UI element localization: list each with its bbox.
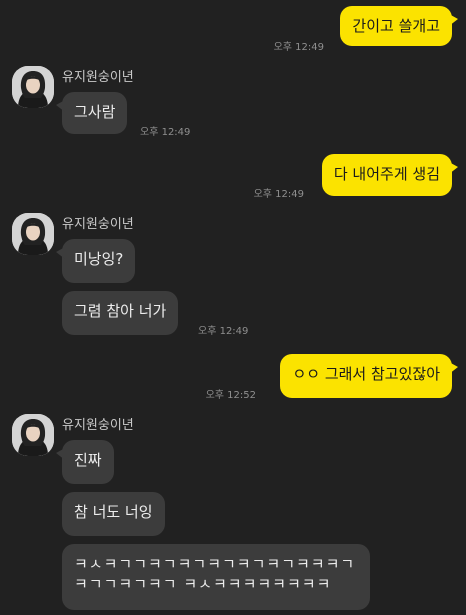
profile-photo-icon (12, 66, 54, 108)
message-text: 그사람 (74, 103, 116, 121)
message-text: ㅋㅅㅋㄱㄱㅋㄱㅋㄱㅋㄱㅋㄱㅋㄱㅋㅋㅋㄱㅋㄱㄱㅋㄱㅋㄱ ㅋㅅㅋㅋㅋㅋㅋㅋㅋㅋ (74, 555, 356, 593)
other-message-bubble[interactable]: ㅋㅅㅋㄱㄱㅋㄱㅋㄱㅋㄱㅋㄱㅋㄱㅋㅋㅋㄱㅋㄱㄱㅋㄱㅋㄱ ㅋㅅㅋㅋㅋㅋㅋㅋㅋㅋ (62, 544, 370, 610)
sender-name: 유지원숭이년 (62, 418, 134, 433)
sender-name: 유지원숭이년 (62, 70, 134, 85)
chat-message-list[interactable]: 간이고 쓸개고 오후 12:49 유지원숭이년 그사람 오후 12:49 다 내… (0, 0, 466, 615)
message-text: 간이고 쓸개고 (352, 17, 440, 35)
message-text: 미낭잉? (74, 250, 124, 268)
sender-avatar[interactable] (12, 213, 54, 255)
profile-photo-icon (12, 213, 54, 255)
message-timestamp: 오후 12:49 (273, 42, 324, 53)
other-message-bubble[interactable]: 참 너도 너잉 (62, 492, 165, 536)
message-timestamp: 오후 12:52 (205, 390, 256, 401)
my-message-bubble[interactable]: 다 내어주게 생김 (321, 154, 459, 196)
other-message-bubble[interactable]: 그렴 참아 너가 (62, 291, 179, 335)
my-message-bubble[interactable]: 간이고 쓸개고 (340, 6, 458, 46)
other-message-bubble[interactable]: 진짜 (56, 440, 114, 484)
message-text: ㅇㅇ 그래서 참고있잖아 (292, 365, 440, 383)
other-message-bubble[interactable]: 미낭잉? (55, 239, 136, 283)
my-message-bubble[interactable]: ㅇㅇ 그래서 참고있잖아 (280, 354, 458, 398)
message-text: 진짜 (74, 451, 102, 469)
sender-name: 유지원숭이년 (62, 217, 134, 232)
profile-photo-icon (12, 414, 54, 456)
message-timestamp: 오후 12:49 (198, 326, 249, 337)
other-message-bubble[interactable]: 그사람 (55, 92, 128, 134)
message-timestamp: 오후 12:49 (253, 189, 304, 200)
sender-avatar[interactable] (12, 66, 54, 108)
sender-avatar[interactable] (12, 414, 54, 456)
message-timestamp: 오후 12:49 (140, 127, 191, 138)
message-text: 참 너도 너잉 (74, 503, 153, 521)
message-text: 그렴 참아 너가 (74, 302, 167, 320)
message-text: 다 내어주게 생김 (333, 165, 440, 183)
